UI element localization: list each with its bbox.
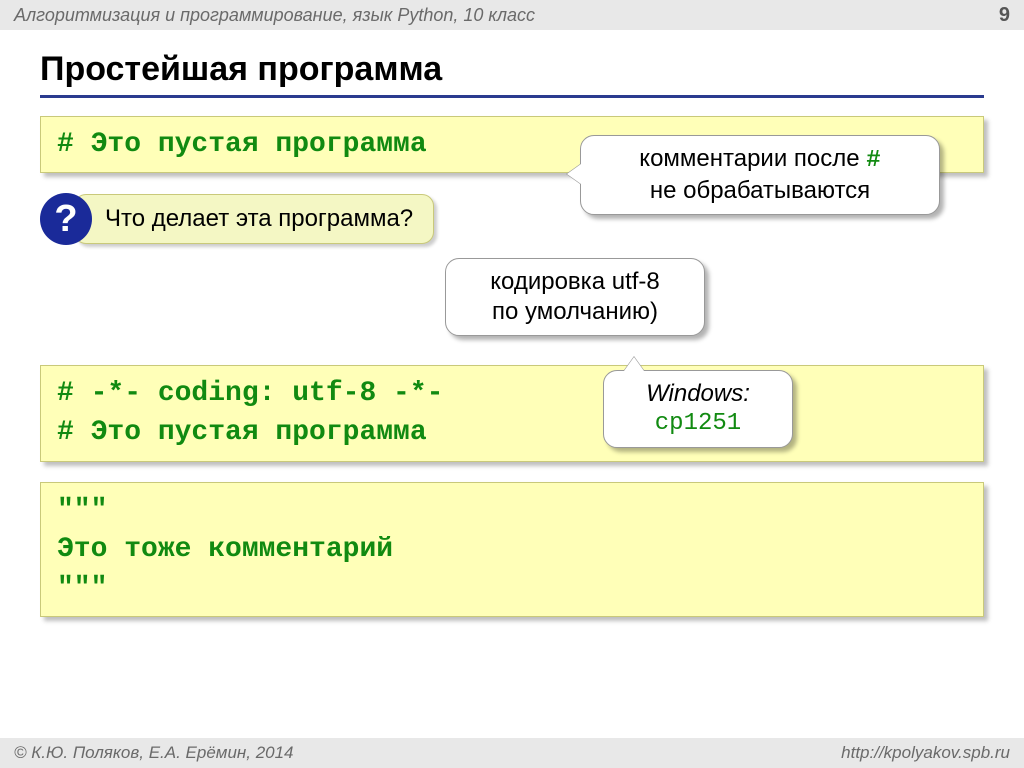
callout-windows-value: cp1251 — [620, 409, 776, 439]
code-line: """ — [57, 491, 967, 530]
callout-comments: комментарии после # не обрабатываются — [580, 135, 940, 215]
header-bar: Алгоритмизация и программирование, язык … — [0, 0, 1024, 30]
code-line: # Это пустая программа — [57, 413, 967, 452]
breadcrumb: Алгоритмизация и программирование, язык … — [14, 5, 535, 26]
callout-tail-icon — [624, 357, 644, 371]
question-mark: ? — [54, 198, 77, 241]
question-text: Что делает эта программа? — [105, 205, 413, 232]
question-bubble: Что делает эта программа? — [74, 194, 434, 244]
page-title: Простейшая программа — [40, 50, 984, 98]
hash-symbol: # — [866, 147, 880, 174]
callout-line1: комментарии после # — [597, 144, 923, 176]
footer-right: http://kpolyakov.spb.ru — [841, 743, 1010, 763]
callout-encoding: кодировка utf-8 по умолчанию) — [445, 258, 705, 336]
code-line: # Это пустая программа — [57, 129, 427, 160]
slide-content: Простейшая программа # Это пустая програ… — [0, 30, 1024, 730]
callout-text: комментарии после — [639, 145, 866, 172]
code-block-3: """ Это тоже комментарий """ — [40, 482, 984, 618]
code-line: # -*- coding: utf-8 -*- — [57, 374, 967, 413]
question-icon: ? — [40, 193, 92, 245]
code-line: """ — [57, 569, 967, 608]
callout-windows: Windows: cp1251 — [603, 370, 793, 448]
code-block-2: # -*- coding: utf-8 -*- # Это пустая про… — [40, 365, 984, 461]
callout-tail-icon — [567, 164, 581, 184]
code-line: Это тоже комментарий — [57, 530, 967, 569]
callout-line2: по умолчанию) — [462, 297, 688, 327]
callout-line2: не обрабатываются — [597, 176, 923, 206]
page-number: 9 — [999, 4, 1010, 27]
callout-line1: кодировка utf-8 — [462, 267, 688, 297]
callout-windows-label: Windows: — [620, 379, 776, 409]
footer-left: © К.Ю. Поляков, Е.А. Ерёмин, 2014 — [14, 743, 294, 763]
footer-bar: © К.Ю. Поляков, Е.А. Ерёмин, 2014 http:/… — [0, 738, 1024, 768]
